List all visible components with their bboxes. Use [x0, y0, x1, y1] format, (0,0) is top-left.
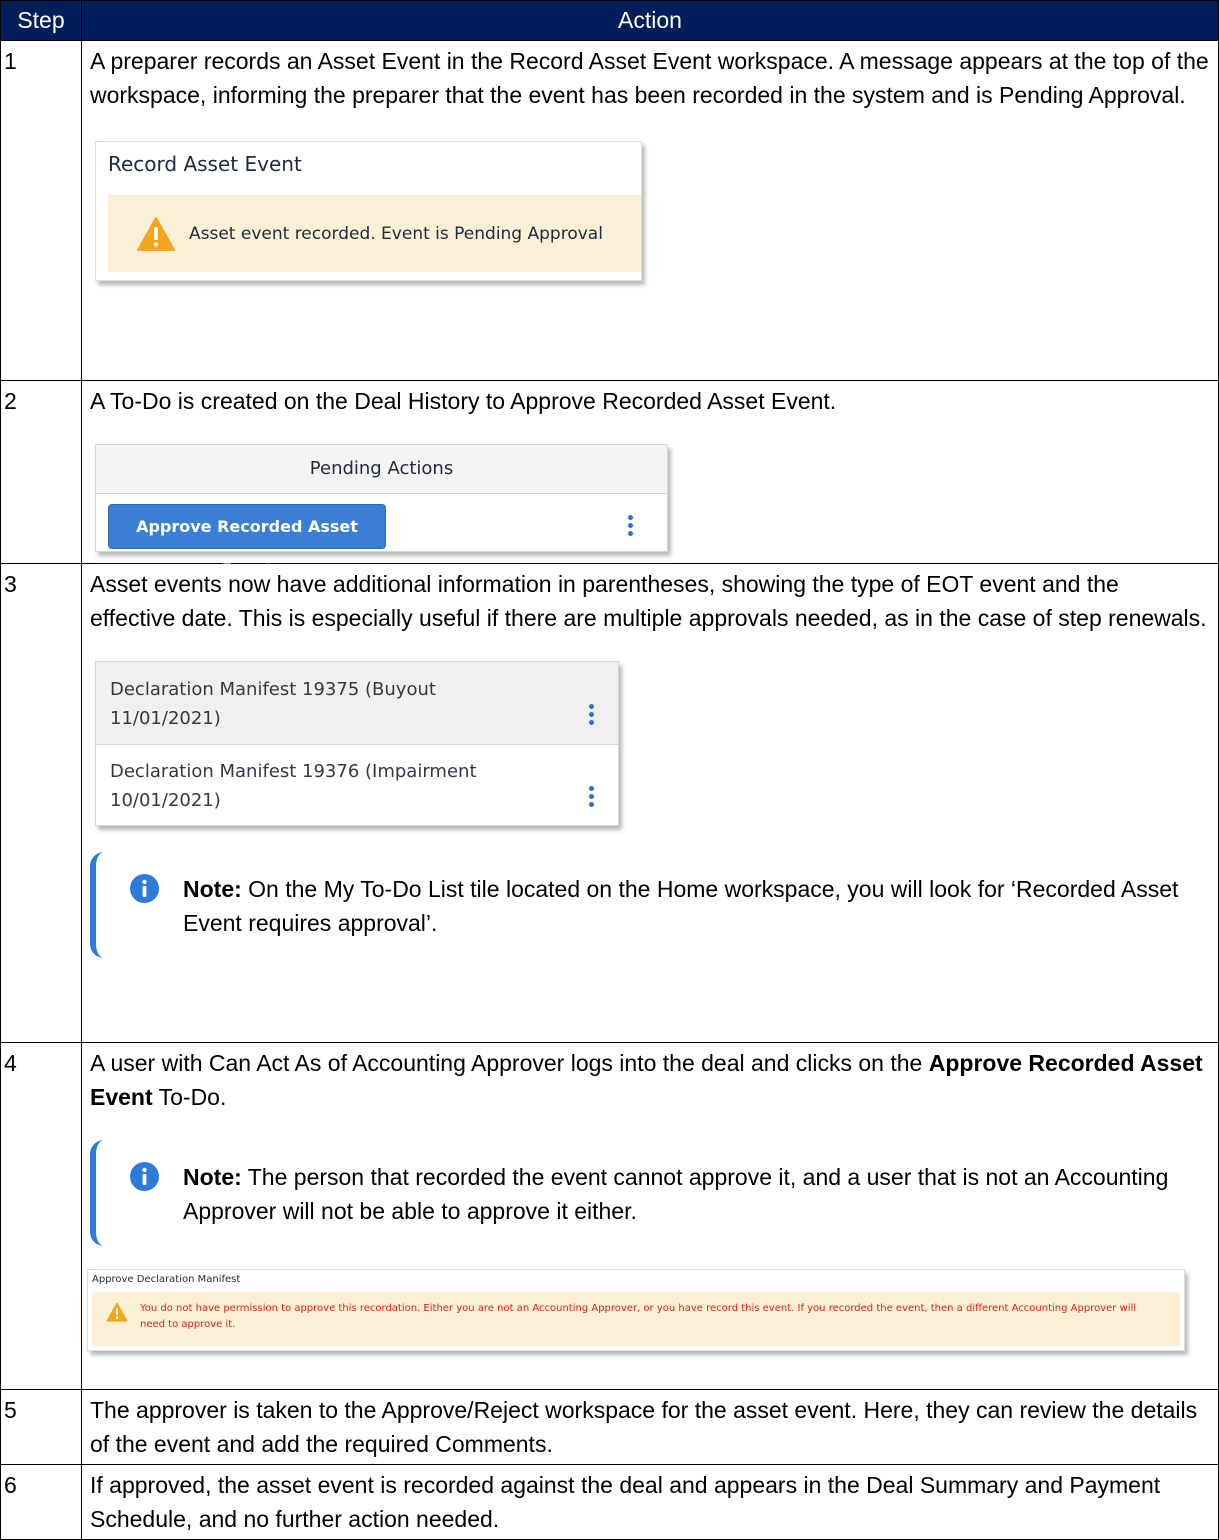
- manifest-date: 11/01/2021): [110, 708, 221, 729]
- kebab-menu-icon[interactable]: [589, 704, 595, 728]
- declaration-manifest-list: Declaration Manifest 19375 (Buyout 11/01/…: [95, 661, 619, 826]
- panel-title: Record Asset Event: [108, 152, 302, 176]
- table-row: 4 A user with Can Act As of Accounting A…: [0, 1042, 1219, 1390]
- step-number: 3: [0, 563, 82, 1043]
- note-text: On the My To-Do List tile located on the…: [183, 876, 1179, 936]
- step-action: A user with Can Act As of Accounting App…: [81, 1042, 1219, 1390]
- step-number: 4: [0, 1042, 82, 1390]
- kebab-menu-icon[interactable]: [589, 786, 595, 810]
- step-action: The approver is taken to the Approve/Rej…: [81, 1389, 1219, 1465]
- approve-recorded-asset-event-button[interactable]: Approve Recorded Asset Event: [108, 504, 386, 579]
- table-row: 2 A To-Do is created on the Deal History…: [0, 380, 1219, 579]
- step-action: Asset events now have additional informa…: [81, 563, 1219, 1043]
- step-text: A To-Do is created on the Deal History t…: [90, 388, 837, 414]
- step-number: 2: [0, 380, 82, 564]
- message-text: You do not have permission to approve th…: [140, 1303, 1137, 1330]
- note-label: Note:: [183, 876, 242, 902]
- step-action: A To-Do is created on the Deal History t…: [81, 380, 1219, 579]
- step-number: 5: [0, 1389, 82, 1465]
- step-text: A user with Can Act As of Accounting App…: [90, 1050, 1203, 1110]
- note-label: Note:: [183, 1164, 242, 1190]
- table-header-row: Step Action: [0, 0, 1219, 41]
- table-row: 5 The approver is taken to the Approve/R…: [0, 1389, 1219, 1465]
- pending-actions-header: Pending Actions: [96, 445, 667, 494]
- note-callout: Note: The person that recorded the event…: [90, 1140, 1210, 1246]
- step-text: A preparer records an Asset Event in the…: [90, 48, 1209, 108]
- panel-title: Approve Declaration Manifest: [92, 1274, 241, 1285]
- manifest-label: Declaration Manifest 19375 (Buyout: [110, 679, 436, 700]
- table-row: 6 If approved, the asset event is record…: [0, 1464, 1219, 1540]
- note-callout: Note: On the My To-Do List tile located …: [90, 852, 1210, 958]
- record-asset-event-panel: Record Asset Event Asset event recorded.…: [95, 141, 642, 281]
- steps-table: Step Action 1 A preparer records an Asse…: [0, 0, 1219, 1540]
- step-action: If approved, the asset event is recorded…: [81, 1464, 1219, 1540]
- list-item[interactable]: Declaration Manifest 19376 (Impairment 10…: [96, 744, 618, 826]
- note-text: The person that recorded the event canno…: [183, 1164, 1169, 1224]
- permission-warning-message: You do not have permission to approve th…: [92, 1292, 1180, 1346]
- warning-triangle-icon: [137, 216, 175, 251]
- pending-approval-message: Asset event recorded. Event is Pending A…: [108, 195, 641, 272]
- message-text: Asset event recorded. Event is Pending A…: [189, 223, 603, 244]
- table-row: 1 A preparer records an Asset Event in t…: [0, 40, 1219, 381]
- kebab-menu-icon[interactable]: [628, 515, 634, 539]
- step-action: A preparer records an Asset Event in the…: [81, 40, 1219, 381]
- info-circle-icon: [130, 874, 159, 903]
- table-row: 3 Asset events now have additional infor…: [0, 563, 1219, 1043]
- step-number: 6: [0, 1464, 82, 1540]
- approve-declaration-manifest-panel: Approve Declaration Manifest You do not …: [87, 1269, 1185, 1351]
- manifest-date: 10/01/2021): [110, 790, 221, 811]
- step-number: 1: [0, 40, 82, 381]
- manifest-label: Declaration Manifest 19376 (Impairment: [110, 761, 477, 782]
- warning-triangle-icon: [106, 1302, 128, 1322]
- header-step: Step: [0, 0, 82, 41]
- pending-actions-panel: Pending Actions Approve Recorded Asset E…: [95, 444, 668, 579]
- info-circle-icon: [130, 1162, 159, 1191]
- header-action: Action: [81, 0, 1219, 41]
- list-item[interactable]: Declaration Manifest 19375 (Buyout 11/01/…: [96, 662, 618, 745]
